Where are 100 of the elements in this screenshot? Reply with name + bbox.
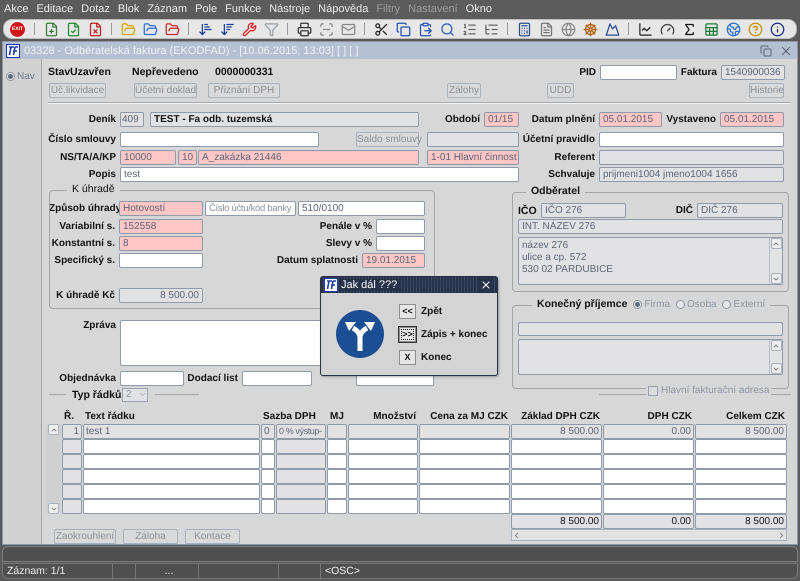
invoice-field[interactable]: 1540900036 — [721, 64, 785, 80]
printer-icon[interactable] — [296, 21, 312, 37]
accounting-rule-field[interactable] — [599, 132, 784, 147]
bank-code-field[interactable]: 510/0100 — [298, 201, 425, 216]
folder-icon[interactable] — [120, 21, 136, 37]
table-cell[interactable] — [261, 499, 275, 514]
radio-option[interactable]: Externí — [722, 298, 766, 310]
table-cell[interactable] — [83, 439, 260, 454]
table-cell[interactable]: test 1 — [83, 424, 260, 439]
calculator-icon[interactable] — [516, 21, 532, 37]
payment-method-field[interactable]: Hotovostí — [119, 201, 203, 216]
table-cell[interactable] — [419, 439, 510, 454]
delivery-note-field[interactable] — [242, 371, 312, 386]
table-cell[interactable] — [695, 484, 787, 499]
table-cell[interactable] — [62, 484, 82, 499]
scrollbar[interactable] — [769, 238, 782, 284]
date-field[interactable]: 05.01.2015 — [599, 112, 662, 127]
paste-icon[interactable] — [417, 21, 433, 37]
document-icon[interactable] — [538, 21, 554, 37]
table-cell[interactable] — [603, 484, 694, 499]
dialog-option-button[interactable]: >> — [399, 326, 416, 342]
table-cell[interactable] — [348, 424, 418, 439]
menu-item[interactable]: Nástroje — [269, 3, 310, 15]
menu-item[interactable]: Pole — [195, 3, 218, 15]
table-cell[interactable] — [83, 469, 260, 484]
pid-field[interactable] — [600, 64, 677, 80]
line-chart-icon[interactable] — [637, 21, 653, 37]
ship-wheel-icon[interactable] — [582, 21, 598, 37]
main-address-checkbox[interactable]: Hlavní fakturační adresa — [646, 385, 772, 396]
table-cell[interactable] — [276, 499, 326, 514]
table-cell[interactable] — [511, 469, 602, 484]
table-cell[interactable] — [62, 439, 82, 454]
contract-field[interactable] — [120, 132, 319, 147]
table-cell[interactable] — [419, 424, 510, 439]
table-cell[interactable] — [276, 439, 326, 454]
mail-icon[interactable] — [340, 21, 356, 37]
gauge-icon[interactable] — [659, 21, 675, 37]
discount-field[interactable] — [376, 236, 425, 251]
date-field[interactable]: 05.01.2015 — [720, 112, 784, 127]
table-cell[interactable] — [603, 469, 694, 484]
filter-icon[interactable] — [263, 21, 279, 37]
table-cell[interactable] — [419, 454, 510, 469]
table-cell[interactable] — [695, 439, 787, 454]
table-cell[interactable] — [327, 424, 347, 439]
table-cell[interactable] — [603, 454, 694, 469]
table-cell[interactable] — [261, 439, 275, 454]
table-cell[interactable] — [62, 469, 82, 484]
restore-icon[interactable] — [758, 42, 774, 58]
cost-center-field[interactable]: 10 — [178, 150, 197, 165]
table-cell[interactable] — [261, 469, 275, 484]
table-cell[interactable] — [327, 484, 347, 499]
menu-item[interactable]: Nápověda — [318, 3, 368, 15]
table-cell[interactable] — [511, 499, 602, 514]
activity-field[interactable]: 1-01 Hlavní činnost — [427, 150, 519, 165]
copy-icon[interactable] — [395, 21, 411, 37]
referent-field[interactable] — [599, 150, 784, 165]
table-cell[interactable]: 0.00 — [603, 424, 694, 439]
menu-item[interactable]: Dotaz — [81, 3, 110, 15]
table-cell[interactable]: 8 500.00 — [695, 424, 787, 439]
table-cell[interactable]: 0 % výstup- — [276, 424, 326, 439]
table-cell[interactable] — [419, 484, 510, 499]
folder-icon[interactable] — [142, 21, 158, 37]
scrollbar[interactable] — [511, 529, 787, 541]
table-cell[interactable] — [348, 484, 418, 499]
table-cell[interactable] — [695, 454, 787, 469]
dialog-option-button[interactable]: << — [399, 304, 416, 318]
cut-icon[interactable] — [373, 21, 389, 37]
search-icon[interactable] — [439, 21, 455, 37]
table-cell[interactable] — [276, 454, 326, 469]
table-cell[interactable] — [261, 454, 275, 469]
table-cell[interactable] — [511, 439, 602, 454]
list-icon[interactable] — [461, 21, 477, 37]
table-cell[interactable]: 1 — [62, 424, 82, 439]
dialog-option-button[interactable]: X — [399, 350, 416, 364]
description-field[interactable]: test — [120, 167, 519, 182]
menu-item[interactable]: Funkce — [225, 3, 262, 15]
approver-field[interactable]: prijmeni1004 jmeno1004 1656 — [599, 167, 784, 182]
sort-descending-icon[interactable] — [219, 21, 235, 37]
folder-icon[interactable] — [164, 21, 180, 37]
table-cell[interactable] — [261, 484, 275, 499]
table-cell[interactable] — [62, 499, 82, 514]
table-cell[interactable] — [419, 469, 510, 484]
menu-item[interactable]: Blok — [118, 3, 140, 15]
table-cell[interactable] — [276, 469, 326, 484]
due-date-field[interactable]: 19.01.2015 — [362, 253, 425, 268]
table-cell[interactable] — [327, 499, 347, 514]
table-cell[interactable] — [348, 454, 418, 469]
amount-field[interactable]: 8 500.00 — [119, 288, 203, 303]
spreadsheet-icon[interactable] — [703, 21, 719, 37]
table-cell[interactable] — [603, 439, 694, 454]
order-field[interactable] — [120, 371, 184, 386]
delete-record-icon[interactable] — [87, 21, 103, 37]
cost-center-field[interactable]: 10000 — [120, 150, 176, 165]
table-cell[interactable] — [83, 454, 260, 469]
constant-symbol-field[interactable]: 8 — [119, 236, 203, 251]
table-cell[interactable] — [83, 499, 260, 514]
menu-item[interactable]: Akce — [4, 3, 28, 15]
globe-icon[interactable] — [560, 21, 576, 37]
table-cell[interactable] — [348, 469, 418, 484]
specific-symbol-field[interactable] — [119, 253, 203, 268]
